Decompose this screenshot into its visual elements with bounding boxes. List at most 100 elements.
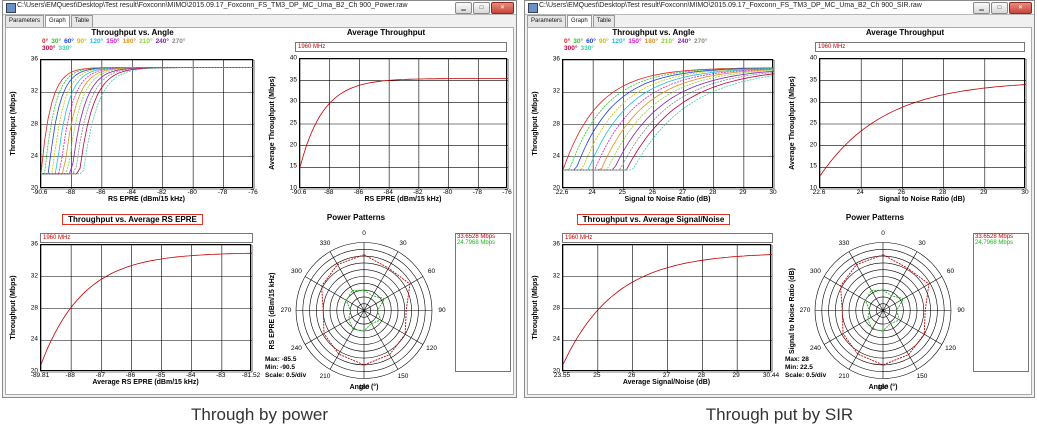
y-tick-label: 35 xyxy=(809,76,817,84)
polar-angle-label: 210 xyxy=(838,373,850,381)
polar-angle-label: 120 xyxy=(945,345,956,352)
minimize-icon[interactable]: ▁ xyxy=(973,2,990,14)
y-tick-label: 30 xyxy=(289,97,297,105)
polar-angle-label: 150 xyxy=(397,373,409,381)
x-tick-label: -88 xyxy=(65,372,75,379)
throughput-line xyxy=(40,252,253,365)
x-tick-label: -88 xyxy=(324,189,334,196)
tab-bar: Parameters Graph Table xyxy=(527,15,616,27)
y-tick-label: 28 xyxy=(552,120,560,127)
x-tick-label: -81.52 xyxy=(241,372,261,379)
x-axis-label: Average RS EPRE (dBm/15 kHz) xyxy=(92,379,199,386)
stat-max: Max: -85.5 xyxy=(265,356,297,363)
x-tick-label: 26 xyxy=(897,189,906,196)
x-tick-label: -76 xyxy=(502,189,512,196)
legend-entry: 0° xyxy=(42,38,49,45)
y-axis-label: Average Throughput (Mbps) xyxy=(269,76,276,170)
y-tick-label: 32 xyxy=(552,87,560,95)
frequency-label: 1960 MHz xyxy=(40,233,253,243)
polar-angle-label: 150 xyxy=(916,373,928,381)
scale-stats: Max: -85.5 Min: -90.5 Scale: 0.5/div xyxy=(265,356,306,380)
x-tick-label: 25 xyxy=(593,372,601,379)
window-title: C:\Users\EMQuest\Desktop\Test result\Fox… xyxy=(539,2,922,9)
y-tick-label: 25 xyxy=(809,119,817,127)
x-tick-label: 25 xyxy=(618,189,626,196)
y-tick-label: 15 xyxy=(289,162,297,170)
x-tick-label: -86 xyxy=(353,189,364,196)
tab-parameters[interactable]: Parameters xyxy=(527,15,567,27)
panel-throughput-vs-angle: Throughput vs. Angle 0° 30° 60° 90° 120° 150° 1… xyxy=(6,28,259,213)
minimize-icon[interactable]: ▁ xyxy=(455,2,472,14)
x-tick-label: -85 xyxy=(155,372,166,379)
x-tick-label: -83 xyxy=(216,372,226,379)
x-tick-label: 24 xyxy=(856,189,864,196)
legend-entry: 150° xyxy=(106,38,120,45)
x-tick-label: -82 xyxy=(157,189,167,196)
y-tick-label: 28 xyxy=(552,304,560,311)
x-tick-label: -78 xyxy=(472,189,482,196)
y-tick-label: 40 xyxy=(289,54,297,62)
window-controls: ▁ □ ✕ xyxy=(455,2,514,14)
legend-entry: 180° xyxy=(644,38,659,45)
plot-area xyxy=(299,58,509,190)
angle-legend: 0° 30° 60° 90° 120° 150° 180° 210° 240° 270° 300° 3… xyxy=(564,38,755,52)
maximize-icon[interactable]: □ xyxy=(473,2,490,14)
y-axis-label: Average Throughput (Mbps) xyxy=(789,76,796,170)
y-tick-label: 10 xyxy=(289,184,297,192)
title-bar[interactable]: C:\Users\EMQuest\Desktop\Test result\Fox… xyxy=(3,1,516,15)
close-icon[interactable]: ✕ xyxy=(1009,2,1032,14)
x-tick-label: 29 xyxy=(732,372,740,379)
caption-power: Through by power xyxy=(190,405,329,424)
polar-angle-label: 120 xyxy=(426,345,437,352)
tab-table[interactable]: Table xyxy=(592,15,616,27)
stat-min: Min: -90.5 xyxy=(265,364,295,371)
y-axis-label: Throughput (Mbps) xyxy=(532,91,539,156)
y-tick-label: 20 xyxy=(289,141,297,149)
avg-throughput-line xyxy=(819,84,1027,177)
chart-title: Throughput vs. Average Signal/Noise xyxy=(576,214,731,225)
y-tick-label: 20 xyxy=(30,367,38,375)
y-tick-label: 24 xyxy=(552,152,560,160)
chart-title: Throughput vs. Angle xyxy=(612,28,695,37)
x-axis-label: Angle (°) xyxy=(349,384,379,391)
tab-graph[interactable]: Graph xyxy=(45,15,70,27)
legend-entry: 60° xyxy=(586,38,596,45)
tab-table[interactable]: Table xyxy=(70,15,94,27)
graph-area: Throughput vs. Angle 0° 30° 60° 90° 120° 150° 1… xyxy=(5,27,514,395)
close-icon[interactable]: ✕ xyxy=(491,2,514,14)
legend-entry: 240° xyxy=(155,38,170,45)
frequency-label: 1960 MHz xyxy=(295,42,507,52)
polar-angle-label: 240 xyxy=(810,345,821,352)
window-sir: C:\Users\EMQuest\Desktop\Test result\Fox… xyxy=(524,0,1035,398)
y-tick-label: 28 xyxy=(30,120,38,127)
maximize-icon[interactable]: □ xyxy=(991,2,1008,14)
polar-angle-label: 240 xyxy=(291,345,302,352)
window-controls: ▁ □ ✕ xyxy=(973,2,1032,14)
x-tick-label: -88 xyxy=(65,189,76,196)
x-tick-label: 26 xyxy=(648,189,657,196)
chart-title-boxed: Throughput vs. Average RS EPRE xyxy=(6,214,259,225)
panel-power-patterns: Power Patterns 0 30 60 90 120 150 180 210 240 270 3… xyxy=(779,213,1031,396)
title-bar[interactable]: C:\Users\EMQuest\Desktop\Test result\Fox… xyxy=(525,1,1034,15)
x-axis-label: RS EPRE (dBm/15 kHz) xyxy=(364,196,442,203)
y-tick-label: 40 xyxy=(809,54,817,62)
x-tick-label: 27 xyxy=(662,372,671,379)
polar-angle-label: 330 xyxy=(319,239,331,247)
stat-max: Max: 28 xyxy=(785,356,809,363)
y-tick-label: 20 xyxy=(809,141,817,149)
y-tick-label: 36 xyxy=(30,55,38,63)
y-tick-label: 15 xyxy=(809,162,817,170)
graph-area: Throughput vs. Angle 0° 30° 60° 90° 120° 150° 1… xyxy=(527,27,1032,395)
x-axis-label: Signal to Noise Ratio (dB) xyxy=(879,196,965,203)
tab-parameters[interactable]: Parameters xyxy=(5,15,45,27)
polar-angle-label: 60 xyxy=(427,268,436,275)
legend-entry: 210° xyxy=(661,38,675,45)
stat-min: Min: 22.5 xyxy=(785,364,813,371)
panel-power-patterns: Power Patterns 0 30 60 90 120 150 180 210 240 270 3… xyxy=(259,213,513,396)
legend-entry: 270° xyxy=(694,38,708,45)
legend-entry: 30° xyxy=(573,38,584,45)
plot-area xyxy=(40,244,253,373)
x-tick-label: -76 xyxy=(248,189,258,196)
x-tick-label: 29 xyxy=(980,189,988,196)
tab-graph[interactable]: Graph xyxy=(567,15,592,27)
